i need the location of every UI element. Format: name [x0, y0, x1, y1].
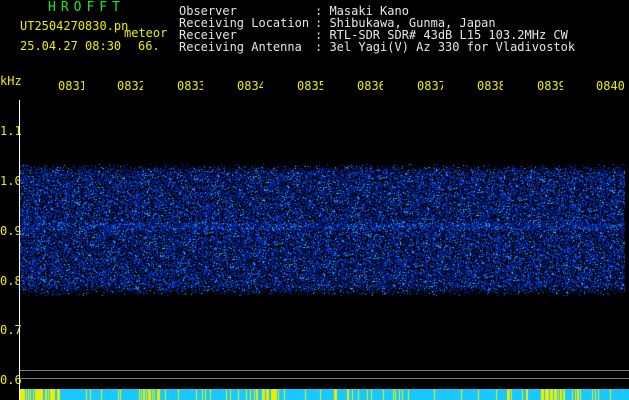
time-tick: 0840	[596, 80, 625, 92]
signal-level-bar	[20, 389, 629, 400]
time-tick: 0836	[357, 80, 383, 92]
reference-line	[20, 370, 629, 371]
time-tick: 0834	[237, 80, 263, 92]
unit-label: kHz	[0, 74, 22, 88]
time-tick: 0839	[537, 80, 563, 92]
antenna-label: Receiving Antenna	[179, 40, 302, 54]
meteor-label: meteor	[124, 26, 168, 40]
time-tick: 0838	[477, 80, 503, 92]
hrofft-window: { "header": { "app_title": "HROFFT", "fi…	[0, 0, 629, 400]
time-tick: 0835	[297, 80, 323, 92]
app-title: HROFFT	[48, 0, 125, 15]
meteor-count: 66.	[138, 39, 160, 53]
time-tick: 0833	[177, 80, 203, 92]
spectrogram-noise-band	[20, 163, 625, 297]
time-tick: 0831	[58, 80, 84, 92]
antenna-value: : 3el Yagi(V) Az 330 for Vladivostok	[315, 40, 576, 54]
file-name: UT2504270830.pn	[20, 19, 129, 33]
time-tick: 0837	[417, 80, 443, 92]
time-tick: 0832	[117, 80, 143, 92]
date-time: 25.04.27 08:30	[20, 39, 122, 53]
reference-line	[20, 378, 629, 379]
